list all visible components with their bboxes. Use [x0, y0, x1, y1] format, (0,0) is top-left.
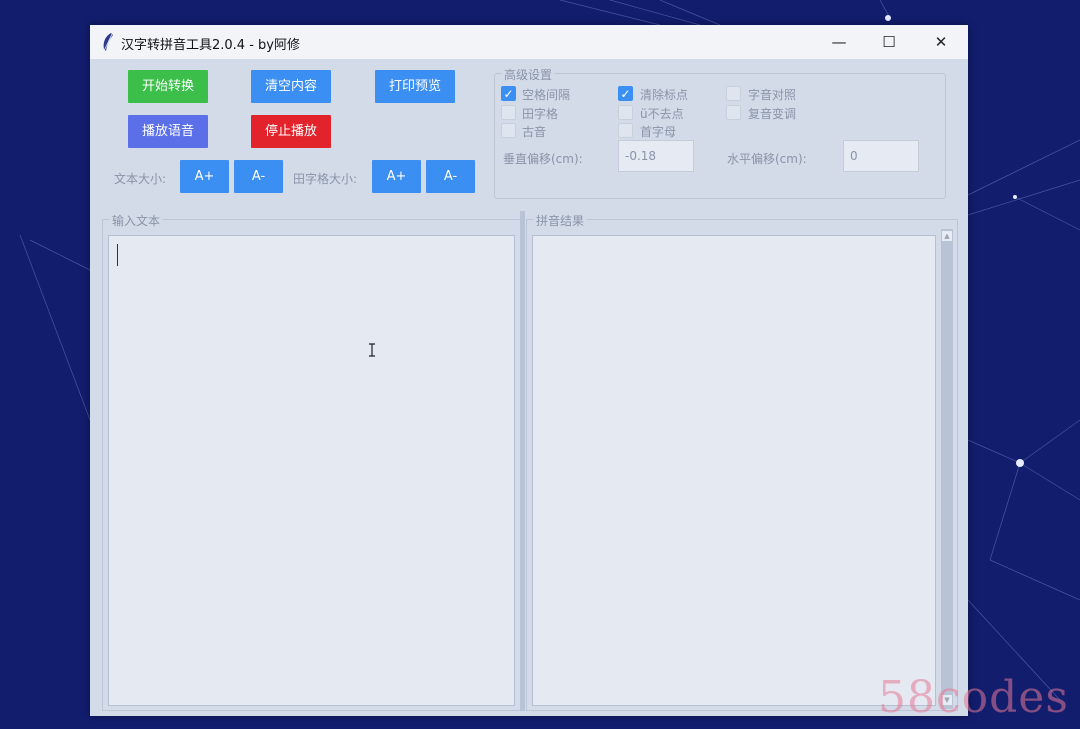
text-size-label: 文本大小: — [114, 172, 167, 186]
text-caret — [117, 244, 118, 266]
clear-punctuation-label: 清除标点 — [640, 88, 689, 102]
watermark-text: 58codes — [878, 672, 1069, 723]
input-text-area[interactable] — [108, 235, 515, 706]
maximize-button[interactable]: ☐ — [864, 25, 914, 59]
clear-content-button[interactable]: 清空内容 — [251, 70, 331, 103]
ancient-sound-checkbox[interactable] — [501, 123, 516, 138]
pane-splitter[interactable] — [520, 211, 525, 711]
horizontal-offset-label: 水平偏移(cm): — [727, 152, 807, 166]
horizontal-offset-input[interactable]: 0 — [843, 140, 919, 172]
grid-size-increase-button[interactable]: A+ — [372, 160, 421, 193]
initials-checkbox[interactable] — [618, 123, 633, 138]
stop-play-button[interactable]: 停止播放 — [251, 115, 331, 148]
text-size-decrease-button[interactable]: A- — [234, 160, 283, 193]
pinyin-result-title: 拼音结果 — [534, 212, 587, 229]
grid-size-label: 田字格大小: — [293, 172, 358, 186]
keep-u-dots-label: ü不去点 — [640, 107, 684, 121]
char-pinyin-compare-label: 字音对照 — [748, 88, 797, 102]
minimize-button[interactable]: — — [814, 25, 864, 59]
tone-sandhi-label: 复音变调 — [748, 107, 797, 121]
space-separator-label: 空格间隔 — [522, 88, 571, 102]
advanced-settings-title: 高级设置 — [502, 66, 555, 83]
result-scrollbar[interactable]: ▲ ▼ — [941, 229, 953, 709]
keep-u-dots-checkbox[interactable] — [618, 105, 633, 120]
vertical-offset-input[interactable]: -0.18 — [618, 140, 694, 172]
play-voice-button[interactable]: 播放语音 — [128, 115, 208, 148]
tone-sandhi-checkbox[interactable] — [726, 105, 741, 120]
print-preview-button[interactable]: 打印预览 — [375, 70, 455, 103]
tianzige-checkbox[interactable] — [501, 105, 516, 120]
app-window: 汉字转拼音工具2.0.4 - by阿修 — ☐ ✕ 开始转换 清空内容 打印预览… — [90, 25, 968, 716]
input-text-title: 输入文本 — [110, 212, 163, 229]
char-pinyin-compare-checkbox[interactable] — [726, 86, 741, 101]
initials-label: 首字母 — [640, 125, 677, 139]
ibeam-cursor-icon — [369, 343, 375, 357]
title-bar: 汉字转拼音工具2.0.4 - by阿修 — ☐ ✕ — [90, 25, 968, 59]
space-separator-checkbox[interactable]: ✓ — [501, 86, 516, 101]
ancient-sound-label: 古音 — [522, 125, 547, 139]
text-size-increase-button[interactable]: A+ — [180, 160, 229, 193]
start-convert-button[interactable]: 开始转换 — [128, 70, 208, 103]
close-button[interactable]: ✕ — [916, 25, 966, 59]
window-title: 汉字转拼音工具2.0.4 - by阿修 — [121, 38, 300, 53]
tianzige-label: 田字格 — [522, 107, 559, 121]
scroll-up-icon[interactable]: ▲ — [942, 231, 952, 241]
pinyin-result-area[interactable] — [532, 235, 936, 706]
grid-size-decrease-button[interactable]: A- — [426, 160, 475, 193]
clear-punctuation-checkbox[interactable]: ✓ — [618, 86, 633, 101]
vertical-offset-label: 垂直偏移(cm): — [503, 152, 583, 166]
feather-icon — [103, 33, 113, 52]
